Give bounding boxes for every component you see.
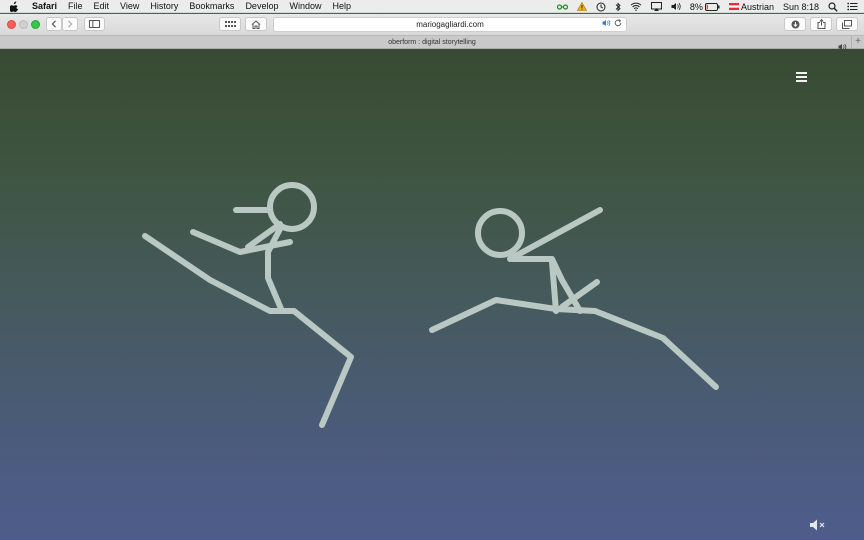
- battery-status[interactable]: 8%: [690, 0, 720, 13]
- time-machine-icon[interactable]: [596, 0, 606, 13]
- tabs-overview-icon: [842, 19, 852, 29]
- austria-flag-icon: [728, 3, 739, 10]
- apple-icon[interactable]: [10, 1, 22, 12]
- address-bar[interactable]: mariogagliardi.com: [273, 17, 627, 32]
- tab-settings-title[interactable]: oberform : digital storytelling: [0, 36, 864, 49]
- downloads-button[interactable]: [784, 17, 806, 31]
- battery-percent: 8%: [689, 1, 703, 12]
- speaker-icon[interactable]: [602, 19, 611, 27]
- menu-app-safari[interactable]: Safari: [32, 0, 57, 13]
- right-stick-figure: [429, 207, 719, 390]
- input-source[interactable]: Austrian: [728, 0, 774, 13]
- menu-bookmarks[interactable]: Bookmarks: [189, 0, 234, 13]
- left-figure-front-leg: [291, 308, 354, 428]
- chevron-left-icon: [51, 20, 56, 28]
- chevron-right-icon: [68, 20, 73, 28]
- menubar-clock[interactable]: Sun 8:18: [783, 0, 819, 13]
- tab-bar: oberform : digital storytelling +: [0, 35, 864, 51]
- share-icon: [817, 19, 825, 29]
- menu-develop[interactable]: Develop: [245, 0, 278, 13]
- stick-figure-animation[interactable]: [0, 49, 864, 540]
- left-stick-figure: [142, 182, 354, 428]
- sidebar-icon: [89, 20, 100, 28]
- battery-icon: [704, 2, 720, 11]
- sidebar-button[interactable]: [84, 17, 105, 31]
- window-close-button[interactable]: [7, 20, 16, 29]
- volume-icon[interactable]: [671, 0, 681, 13]
- menu-help[interactable]: Help: [332, 0, 351, 13]
- left-figure-head: [267, 182, 317, 232]
- menu-history[interactable]: History: [150, 0, 178, 13]
- right-figure-front-leg: [592, 308, 719, 390]
- right-figure-spine: [549, 259, 559, 314]
- wifi-icon[interactable]: [630, 0, 642, 13]
- mute-icon[interactable]: [809, 518, 829, 532]
- share-button[interactable]: [810, 17, 832, 31]
- input-source-label: Austrian: [740, 1, 774, 12]
- menu-bar: Safari File Edit View History Bookmarks …: [0, 0, 864, 13]
- downloads-icon: [791, 20, 799, 28]
- menu-file[interactable]: File: [68, 0, 83, 13]
- top-sites-button[interactable]: [219, 17, 241, 31]
- window-zoom-button[interactable]: [31, 20, 40, 29]
- reload-icon[interactable]: [614, 19, 622, 27]
- menu-view[interactable]: View: [120, 0, 139, 13]
- address-url[interactable]: mariogagliardi.com: [416, 20, 484, 29]
- bluetooth-icon[interactable]: [615, 0, 621, 13]
- menu-window[interactable]: Window: [289, 0, 321, 13]
- menu-edit[interactable]: Edit: [94, 0, 110, 13]
- tabs-overview-button[interactable]: [836, 17, 858, 31]
- airplay-icon[interactable]: [650, 0, 662, 13]
- web-page-content: [0, 49, 864, 540]
- window-minimize-button[interactable]: [19, 20, 28, 29]
- forward-button[interactable]: [62, 17, 78, 31]
- home-button[interactable]: [245, 17, 267, 31]
- grid-icon: [224, 20, 236, 27]
- warning-icon[interactable]: [576, 0, 587, 13]
- back-button[interactable]: [46, 17, 62, 31]
- right-figure-head: [475, 208, 525, 258]
- notification-center-icon[interactable]: [847, 0, 858, 13]
- home-icon: [251, 19, 261, 29]
- new-tab-button[interactable]: +: [851, 36, 864, 49]
- spotlight-search-icon[interactable]: [828, 0, 838, 13]
- status-link-icon[interactable]: [556, 0, 568, 13]
- browser-toolbar: mariogagliardi.com: [0, 14, 864, 35]
